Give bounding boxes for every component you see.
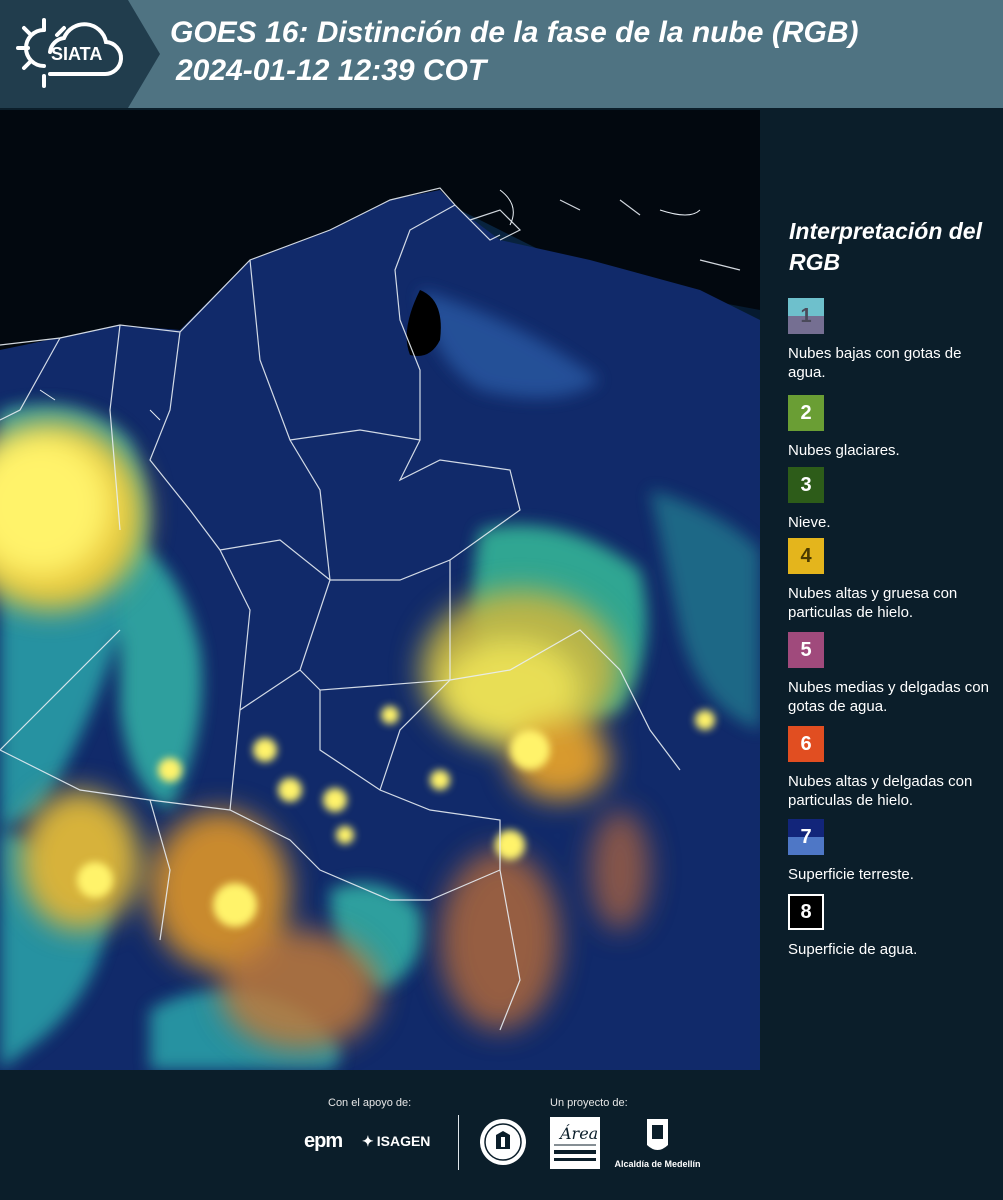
- project-label: Un proyecto de:: [550, 1097, 628, 1109]
- footer: Con el apoyo de: Un proyecto de: epm ✦ IS…: [0, 1070, 1003, 1200]
- legend-item-7: 7 Superficie terreste.: [788, 819, 1003, 884]
- legend-label-8: Superficie de agua.: [788, 941, 918, 958]
- alcaldia-text: Alcaldía de Medellín: [614, 1159, 701, 1169]
- siata-logo-text: SIATA: [51, 44, 103, 64]
- legend-label-6: Nubes altas y delgadas con particulas de…: [788, 773, 973, 809]
- legend-item-6: 6 Nubes altas y delgadas con particulas …: [788, 726, 1003, 810]
- footer-divider: [458, 1115, 459, 1170]
- legend-swatch-1: 1: [788, 298, 824, 334]
- legend-item-3: 3 Nieve.: [788, 467, 1003, 532]
- legend-item-5: 5 Nubes medias y delgadas con gotas de a…: [788, 632, 1003, 716]
- legend-label-3: Nieve.: [788, 514, 831, 531]
- legend-title: Interpretación del RGB: [789, 218, 982, 275]
- legend-item-8: 8 Superficie de agua.: [788, 894, 1003, 959]
- epm-logo: epm: [304, 1130, 343, 1152]
- legend-label-7: Superficie terreste.: [788, 866, 914, 883]
- siata-logo: SIATA: [14, 14, 126, 94]
- alcaldia-logo: Alcaldía de Medellín: [610, 1117, 705, 1172]
- legend-item-4: 4 Nubes altas y gruesa con particulas de…: [788, 538, 1003, 622]
- isagen-icon: ✦: [362, 1133, 374, 1149]
- legend-label-5: Nubes medias y delgadas con gotas de agu…: [788, 679, 989, 715]
- legend-swatch-6: 6: [788, 726, 824, 762]
- legend-item-2: 2 Nubes glaciares.: [788, 395, 1003, 460]
- legend-swatch-7: 7: [788, 819, 824, 855]
- legend-label-2: Nubes glaciares.: [788, 442, 900, 459]
- legend-swatch-3: 3: [788, 467, 824, 503]
- title-line-2: 2024-01-12 12:39 COT: [176, 54, 487, 87]
- legend-item-1: 1 Nubes bajas con gotas de agua.: [788, 298, 1003, 382]
- svg-text:Área: Área: [558, 1123, 598, 1143]
- legend-label-4: Nubes altas y gruesa con particulas de h…: [788, 585, 958, 621]
- university-seal-icon: [480, 1119, 526, 1165]
- legend-swatch-4: 4: [788, 538, 824, 574]
- title-line-1: GOES 16: Distinción de la fase de la nub…: [170, 16, 859, 49]
- isagen-logo: ✦ ISAGEN: [362, 1133, 430, 1150]
- page-title: GOES 16: Distinción de la fase de la nub…: [170, 14, 858, 90]
- legend-panel: Interpretación del RGB 1 Nubes bajas con…: [770, 110, 1003, 1070]
- isagen-text: ISAGEN: [376, 1133, 431, 1149]
- legend-swatch-2: 2: [788, 395, 824, 431]
- support-label: Con el apoyo de:: [328, 1097, 412, 1109]
- satellite-rgb-map: [0, 110, 760, 1070]
- legend-label-1: Nubes bajas con gotas de agua.: [788, 345, 962, 381]
- legend-swatch-8: 8: [788, 894, 824, 930]
- legend-swatch-5: 5: [788, 632, 824, 668]
- header-bar: SIATA GOES 16: Distinción de la fase de …: [0, 0, 1003, 108]
- area-metropolitana-logo: Área: [550, 1117, 600, 1169]
